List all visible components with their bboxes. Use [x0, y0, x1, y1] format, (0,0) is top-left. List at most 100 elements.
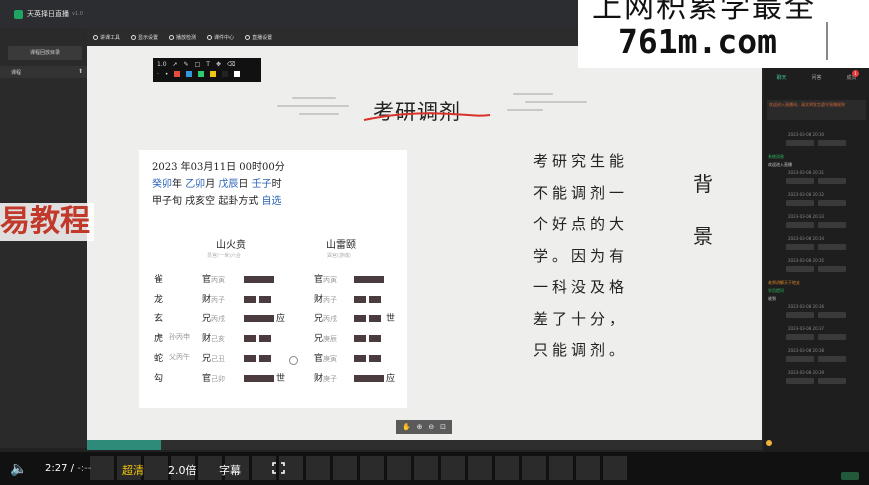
thumbnail[interactable]	[333, 456, 357, 480]
eraser-icon[interactable]: ⌫	[227, 61, 235, 68]
left-rel: 财	[202, 294, 212, 305]
tool-lecture[interactable]: 讲课工具	[93, 34, 120, 41]
right-relation: 官丙寅	[314, 272, 337, 285]
body-line: 考研究生能	[533, 152, 629, 170]
side-label: 景	[693, 224, 713, 248]
body-line: 差了十分，	[533, 309, 629, 328]
body-line: 只能调剂。	[533, 341, 629, 359]
thumbnail[interactable]	[522, 456, 546, 480]
left-relation: 财己亥	[202, 331, 225, 344]
dot-small-icon[interactable]: ·	[157, 71, 159, 78]
thumbnail[interactable]	[414, 456, 438, 480]
thumbnail[interactable]	[387, 456, 411, 480]
chat-message: 2023-03-08 20:36	[764, 304, 869, 326]
tab-chat[interactable]: 聊天	[776, 74, 786, 90]
pen-width-value[interactable]: 1.0	[157, 61, 167, 68]
yao-bar	[368, 354, 381, 362]
left-relation: 官己卯	[202, 371, 225, 384]
right-relation: 兄庚辰	[314, 331, 337, 344]
left-rel: 兄	[202, 353, 212, 364]
zoom-out-icon[interactable]: ⊖	[428, 423, 434, 431]
subtitle-button[interactable]: 字幕	[219, 462, 241, 478]
slide-progress-bar[interactable]	[87, 440, 762, 450]
body-line: 一科没及格	[533, 278, 629, 296]
move-icon[interactable]: ✥	[216, 61, 221, 68]
yao-bar	[354, 335, 366, 343]
pillar-month-unit: 月	[205, 179, 216, 190]
deco-line	[513, 93, 553, 95]
tool-display[interactable]: 显示设置	[131, 34, 158, 41]
thumbnail[interactable]	[90, 456, 114, 480]
tool-courseware[interactable]: 课件中心	[207, 34, 234, 41]
deco-line	[292, 97, 336, 99]
deco-line	[507, 109, 543, 111]
thumbnail[interactable]	[603, 456, 627, 480]
thumbnail[interactable]	[495, 456, 519, 480]
sidebar-item-label: 课程	[11, 70, 22, 76]
chat-time: 2023-03-08 20:31	[788, 170, 825, 175]
pen-icon[interactable]: ✎	[184, 61, 189, 68]
slide-body: 考研究生能 不能调剂一 个好点的大 学。因为有 一科没及格 差了十分， 只能调剂…	[533, 146, 657, 367]
fullscreen-icon[interactable]	[272, 462, 285, 474]
sidebar-item-course[interactable]: 课程 ⬆	[0, 66, 87, 78]
thumbnail[interactable]	[468, 456, 492, 480]
chat-message: 2023-03-08 20:39	[764, 370, 869, 392]
tool-lecture-label: 讲课工具	[100, 34, 121, 41]
hand-icon[interactable]: ✋	[402, 423, 411, 431]
hex-right-name: 山雷颐	[326, 240, 356, 251]
right-rel: 财	[314, 294, 324, 305]
chat-bubble	[786, 244, 814, 250]
color-yellow-swatch[interactable]	[210, 71, 217, 77]
body-line: 学。因为有	[533, 246, 629, 265]
card-xun: 甲子旬 戌亥空 起卦方式 自选	[152, 192, 282, 207]
watermark-left-text: 易教程	[0, 203, 94, 241]
circle-mark-icon	[289, 356, 298, 365]
zoom-in-icon[interactable]: ⊕	[417, 423, 423, 431]
left-yao-line	[244, 275, 274, 285]
chat-bubble	[818, 200, 846, 206]
color-green-swatch[interactable]	[198, 71, 205, 77]
card-xun-text: 甲子旬 戌亥空 起卦方式	[152, 196, 262, 207]
dot-medium-icon[interactable]: •	[165, 71, 169, 78]
left-gz: 己亥	[211, 335, 226, 344]
pillar-year: 癸卯	[152, 179, 172, 190]
sidebar-header[interactable]: 课程回放目录	[8, 46, 82, 60]
right-relation: 财丙子	[314, 292, 337, 305]
yao-row: 玄兄丙戌应兄丙戌 世	[152, 311, 402, 325]
player-action-button[interactable]	[841, 472, 859, 480]
thumbnail[interactable]	[144, 456, 168, 480]
fit-icon[interactable]: ⊡	[440, 423, 446, 431]
quality-button[interactable]: 超清	[122, 462, 144, 478]
color-blue-swatch[interactable]	[186, 71, 193, 77]
thumbnail[interactable]	[360, 456, 384, 480]
left-yao-line	[244, 354, 271, 364]
chat-line: 学员提问	[768, 288, 784, 293]
pin-icon[interactable]: ⬆	[78, 68, 83, 75]
text-icon[interactable]: T	[206, 61, 210, 68]
volume-icon[interactable]: 🔈	[10, 461, 27, 477]
tool-check[interactable]: 播放检测	[169, 34, 196, 41]
color-red-swatch[interactable]	[174, 71, 181, 77]
right-rel: 官	[314, 353, 324, 364]
thumbnail[interactable]	[306, 456, 330, 480]
shape-icon[interactable]: □	[195, 61, 201, 68]
thumbnail[interactable]	[549, 456, 573, 480]
left-mark: 应	[276, 314, 286, 325]
tool-live-settings[interactable]: 直播设置	[245, 34, 272, 41]
chat-line: 系统消息	[768, 154, 784, 159]
app-title: 天英择日直播	[27, 10, 69, 18]
chat-bubble	[818, 266, 846, 272]
right-gz: 庚子	[323, 374, 338, 383]
thumbnail[interactable]	[576, 456, 600, 480]
color-black-swatch[interactable]	[222, 71, 229, 77]
right-gz: 丙寅	[323, 276, 338, 284]
color-white-swatch[interactable]	[234, 71, 241, 77]
speed-button[interactable]: 2.0倍	[168, 462, 197, 478]
yao-bar	[258, 335, 271, 343]
thumbnail[interactable]	[441, 456, 465, 480]
pointer-icon[interactable]: ➚	[173, 61, 178, 68]
card-pillars: 癸卯年 乙卯月 戊辰日 壬子时	[152, 175, 282, 190]
left-rel: 财	[202, 334, 212, 345]
tab-qa[interactable]: 问答	[811, 74, 821, 90]
left-rel: 兄	[202, 314, 212, 325]
